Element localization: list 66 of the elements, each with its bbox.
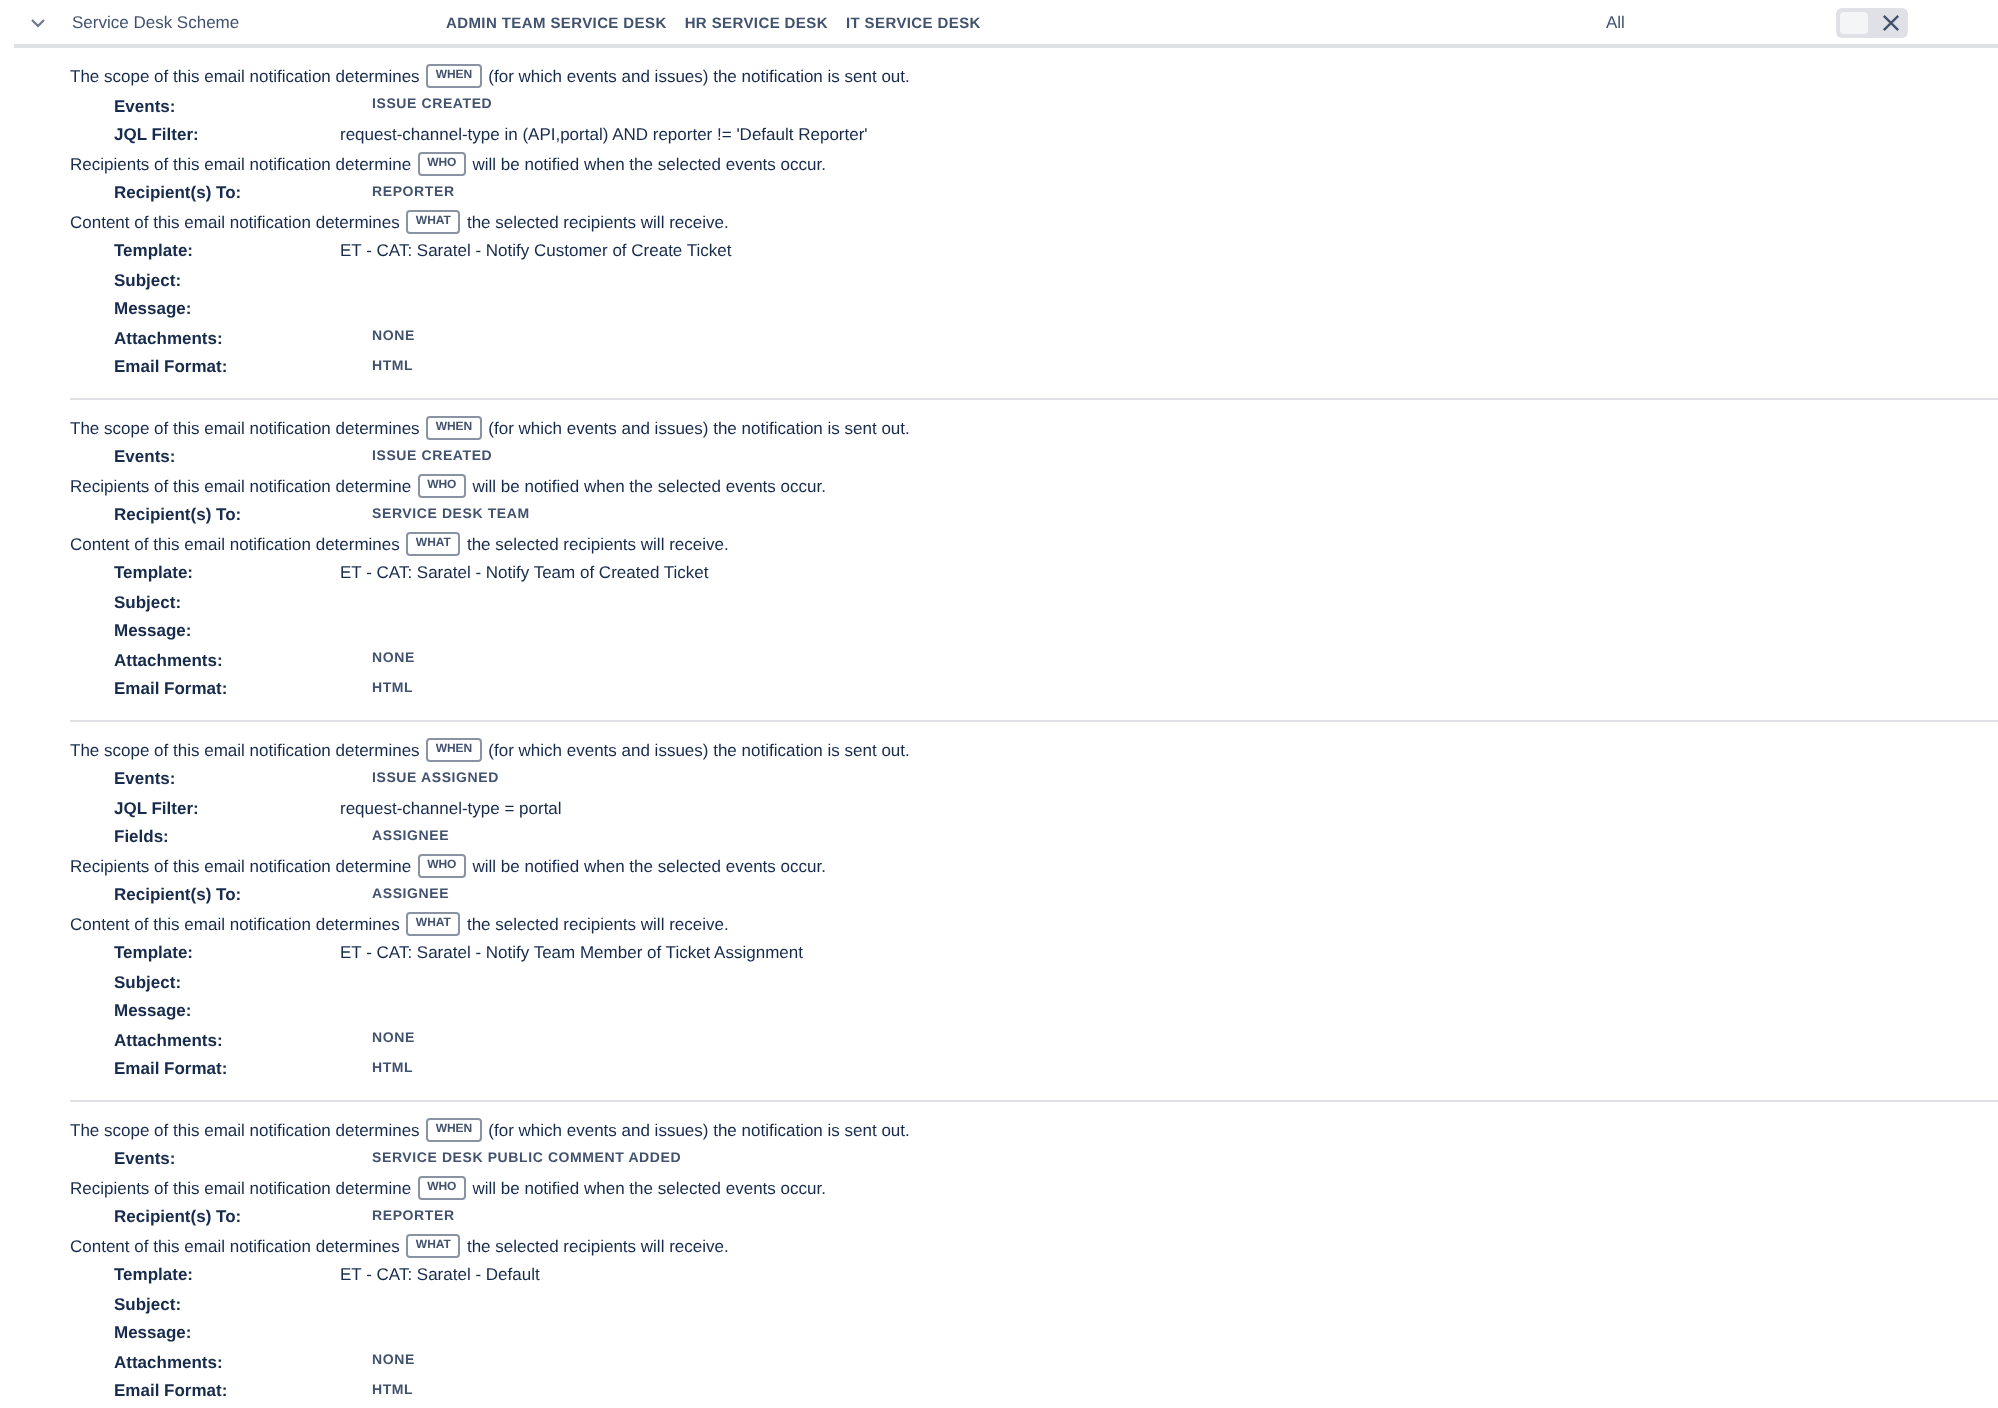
description-text: Recipients of this email notification determine <box>70 153 412 174</box>
field-label: Events: <box>114 95 178 116</box>
description-text: (for which events and issues) the notification is sent out. <box>488 1119 910 1140</box>
description-text: The scope of this email notification determines <box>70 417 420 438</box>
field-label: Template: <box>114 942 196 963</box>
description-text: The scope of this email notification determines <box>70 1119 420 1140</box>
scope-value: All <box>1606 12 1627 32</box>
description-text: (for which events and issues) the notification is sent out. <box>488 739 910 760</box>
field-label: Email Format: <box>114 678 230 699</box>
field-label: Subject: <box>114 1293 184 1314</box>
field-label: Template: <box>114 1264 196 1285</box>
field-label: Message: <box>114 1000 194 1021</box>
field-label: Message: <box>114 620 194 641</box>
field-label: Attachments: <box>114 1351 225 1372</box>
description-text: (for which events and issues) the notification is sent out. <box>488 417 910 438</box>
field-value: ET - CAT: Saratel - Default <box>340 1264 540 1285</box>
field-label: Recipient(s) To: <box>114 1206 244 1227</box>
field-value: request-channel-type = portal <box>340 797 562 818</box>
description-text: Content of this email notification determines <box>70 211 400 232</box>
description-text: will be notified when the selected events occur. <box>472 475 826 496</box>
field-label: Recipient(s) To: <box>114 884 244 905</box>
field-label: Template: <box>114 562 196 583</box>
description-text: will be notified when the selected events occur. <box>472 153 826 174</box>
field-label: Events: <box>114 768 178 789</box>
description-text: (for which events and issues) the notification is sent out. <box>488 66 910 87</box>
chevron-down-icon[interactable] <box>30 17 46 27</box>
toggle-switch[interactable] <box>1836 7 1908 37</box>
description-text: the selected recipients will receive. <box>466 1235 729 1256</box>
scheme-name: Service Desk Scheme <box>72 12 242 32</box>
description-text: will be notified when the selected events occur. <box>472 1177 826 1198</box>
field-value: ET - CAT: Saratel - Notify Team of Created Ticket <box>340 562 709 583</box>
description-text: the selected recipients will receive. <box>466 211 729 232</box>
field-label: Subject: <box>114 971 184 992</box>
field-label: Subject: <box>114 269 184 290</box>
description-text: the selected recipients will receive. <box>466 533 729 554</box>
description-text: Content of this email notification determines <box>70 913 400 934</box>
field-label: Email Format: <box>114 1058 230 1079</box>
description-text: Recipients of this email notification determine <box>70 1177 412 1198</box>
field-label: Recipient(s) To: <box>114 504 244 525</box>
field-label: Attachments: <box>114 327 225 348</box>
field-label: JQL Filter: <box>114 124 201 145</box>
field-label: Message: <box>114 298 194 319</box>
field-label: Email Format: <box>114 1380 230 1401</box>
description-text: The scope of this email notification determines <box>70 66 420 87</box>
field-label: Events: <box>114 446 178 467</box>
field-label: Attachments: <box>114 649 225 670</box>
description-text: the selected recipients will receive. <box>466 913 729 934</box>
description-text: Recipients of this email notification determine <box>70 855 412 876</box>
field-value: ET - CAT: Saratel - Notify Team Member of Ticket Assignment <box>340 942 803 963</box>
field-label: Attachments: <box>114 1029 225 1050</box>
field-label: Subject: <box>114 591 184 612</box>
description-text: Recipients of this email notification determine <box>70 475 412 496</box>
description-text: Content of this email notification determines <box>70 1235 400 1256</box>
description-text: The scope of this email notification determines <box>70 739 420 760</box>
field-label: Events: <box>114 1148 178 1169</box>
field-label: JQL Filter: <box>114 797 201 818</box>
description-text: Content of this email notification determines <box>70 533 400 554</box>
close-icon <box>1882 13 1900 31</box>
description-text: will be notified when the selected events occur. <box>472 855 826 876</box>
field-label: Message: <box>114 1322 194 1343</box>
field-value: request-channel-type in (API,portal) AND reporter != 'Default Reporter' <box>340 124 868 145</box>
field-value: ET - CAT: Saratel - Notify Customer of Create Ticket <box>340 240 732 261</box>
field-label: Template: <box>114 240 196 261</box>
field-label: Recipient(s) To: <box>114 182 244 203</box>
field-label: Fields: <box>114 826 171 847</box>
field-label: Email Format: <box>114 356 230 377</box>
